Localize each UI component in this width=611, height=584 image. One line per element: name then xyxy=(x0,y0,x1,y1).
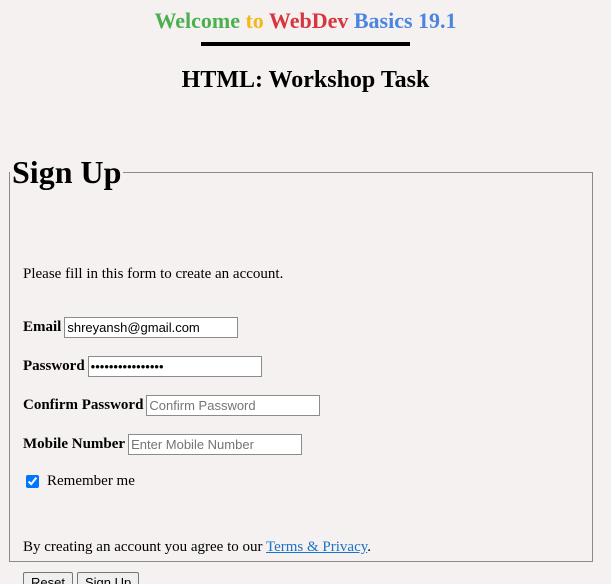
basics-word: Basics xyxy=(353,8,413,33)
webdev-word: WebDev xyxy=(268,8,349,33)
header-divider xyxy=(201,42,410,46)
email-label: Email xyxy=(23,319,62,335)
password-row: Password xyxy=(23,356,262,377)
welcome-heading: Welcome to WebDev Basics 19.1 xyxy=(0,8,611,34)
agreement-prefix: By creating an account you agree to our xyxy=(23,539,263,555)
signup-fieldset: Sign Up Please fill in this form to crea… xyxy=(9,154,593,584)
confirm-password-row: Confirm Password xyxy=(23,395,321,416)
confirm-password-label: Confirm Password xyxy=(23,397,144,413)
page-subtitle: HTML: Workshop Task xyxy=(181,67,430,93)
email-row: Email xyxy=(23,317,239,338)
reset-button[interactable]: Reset xyxy=(23,572,73,584)
welcome-word: Welcome xyxy=(154,8,240,33)
signup-legend: Sign Up xyxy=(12,154,122,190)
remember-checkbox[interactable] xyxy=(26,475,39,488)
password-label: Password xyxy=(23,358,85,374)
page: Welcome to WebDev Basics 19.1 HTML: Work… xyxy=(0,0,611,584)
form-buttons: Reset Sign Up xyxy=(23,572,143,584)
email-field[interactable] xyxy=(64,317,239,338)
password-field[interactable] xyxy=(87,356,262,377)
mobile-field[interactable] xyxy=(128,434,303,455)
mobile-label: Mobile Number xyxy=(23,436,126,452)
agreement-suffix: . xyxy=(367,539,372,555)
mobile-row: Mobile Number xyxy=(23,434,303,455)
confirm-password-field[interactable] xyxy=(146,395,321,416)
form-intro: Please fill in this form to create an ac… xyxy=(23,266,284,282)
remember-row: Remember me xyxy=(26,473,135,490)
remember-label: Remember me xyxy=(47,473,135,489)
to-word: to xyxy=(245,8,264,33)
sign-up-button[interactable]: Sign Up xyxy=(76,572,140,584)
terms-privacy-link[interactable]: Terms & Privacy xyxy=(266,539,367,555)
agreement-text: By creating an account you agree to our … xyxy=(23,539,371,556)
version-number: 19.1 xyxy=(418,8,457,33)
